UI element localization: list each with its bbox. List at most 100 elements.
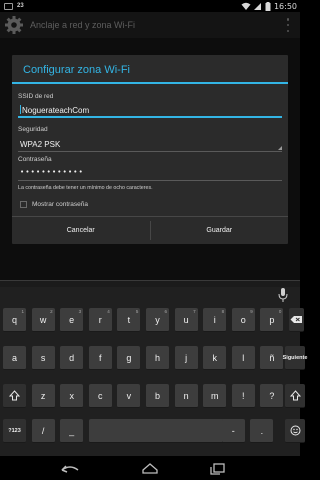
ssid-label: SSID de red [18, 93, 54, 100]
shift-icon [289, 390, 301, 401]
key-dash-label: - [231, 425, 235, 436]
action-bar-title: Anclaje a red y zona Wi-Fi [30, 20, 136, 30]
key-r[interactable]: r4 [88, 308, 112, 332]
password-value: •••••••••••• [20, 168, 84, 176]
key-t[interactable]: t5 [117, 308, 141, 332]
ssid-value: NoguerateachCom [22, 106, 90, 115]
key-u[interactable]: u7 [174, 308, 198, 332]
key-w-label: w [39, 314, 47, 325]
microphone-icon[interactable] [278, 288, 288, 302]
key-underscore[interactable]: _ [60, 419, 84, 443]
key-z[interactable]: z [31, 384, 55, 408]
key-c[interactable]: c [88, 384, 112, 408]
backspace-icon [290, 316, 302, 323]
key-p-label: p [269, 314, 275, 325]
key-f-label: f [99, 352, 102, 363]
password-field[interactable]: •••••••••••• [18, 167, 282, 183]
ssid-field[interactable]: NoguerateachCom [18, 102, 282, 118]
key-ñ-label: ñ [269, 352, 275, 363]
notification-image-icon [4, 2, 13, 10]
key-m[interactable]: m [203, 384, 227, 408]
key-p[interactable]: p0 [260, 308, 284, 332]
key-g-label: g [126, 352, 132, 363]
key-period[interactable]: . [250, 419, 274, 443]
security-spinner[interactable]: WPA2 PSK [18, 136, 282, 152]
back-icon[interactable] [60, 460, 80, 476]
key-t-digit: 5 [135, 309, 139, 314]
key-q[interactable]: q1 [3, 308, 26, 332]
key-dash[interactable]: - [221, 419, 245, 443]
clock: 16:50 [273, 1, 297, 11]
wifi-hotspot-icon [241, 2, 251, 10]
key-u-label: u [183, 314, 189, 325]
key-ñ[interactable]: ñ [260, 346, 284, 370]
space-key[interactable] [88, 419, 226, 443]
key-x[interactable]: x [60, 384, 84, 408]
key-x-label: x [69, 390, 74, 401]
key-w-digit: 2 [50, 309, 53, 314]
navigation-bar [0, 456, 300, 480]
key-s[interactable]: s [31, 346, 55, 370]
key-c-label: c [98, 390, 103, 401]
key-y-digit: 6 [164, 309, 167, 314]
key-d-label: d [69, 352, 75, 363]
status-bar: 23 16:50 [0, 0, 300, 12]
ssid-underline [18, 116, 282, 118]
key-q-label: q [11, 314, 17, 325]
key-underscore-label: _ [69, 425, 75, 436]
symbols-key[interactable]: ?123 [3, 419, 26, 443]
key-j[interactable]: j [174, 346, 198, 370]
shift-key-right[interactable] [285, 384, 305, 408]
key-i[interactable]: i8 [203, 308, 227, 332]
key-e[interactable]: e3 [60, 308, 84, 332]
key-o[interactable]: o9 [231, 308, 255, 332]
key-slash-label: / [41, 425, 45, 436]
battery-icon [265, 1, 271, 11]
key-o-digit: 9 [250, 309, 253, 314]
key-w[interactable]: w2 [31, 308, 55, 332]
key-t-label: t [127, 314, 131, 325]
key-period-label: . [260, 425, 264, 436]
backspace-key[interactable] [289, 308, 304, 332]
key-v[interactable]: v [117, 384, 141, 408]
key-y[interactable]: y6 [146, 308, 169, 332]
key-b[interactable]: b [146, 384, 169, 408]
key-d[interactable]: d [60, 346, 84, 370]
key-n-label: n [183, 390, 189, 401]
shift-key-left[interactable] [3, 384, 26, 408]
key-exclamation-label: ! [242, 390, 245, 401]
key-r-digit: 4 [107, 309, 110, 314]
key-exclamation[interactable]: ! [231, 384, 255, 408]
key-g[interactable]: g [117, 346, 141, 370]
dialog-button-bar: Cancelar Guardar [12, 216, 288, 244]
security-value: WPA2 PSK [20, 140, 61, 149]
key-n[interactable]: n [174, 384, 198, 408]
overflow-menu-icon[interactable] [286, 18, 290, 32]
show-password-checkbox[interactable] [20, 201, 27, 208]
settings-gear-icon[interactable] [3, 14, 25, 36]
show-password-row[interactable]: Mostrar contraseña [20, 201, 88, 208]
key-b-label: b [154, 390, 160, 401]
emoji-icon [290, 425, 300, 436]
key-y-label: y [155, 314, 160, 325]
home-icon[interactable] [140, 460, 160, 476]
key-a[interactable]: a [3, 346, 26, 370]
key-e-digit: 3 [78, 309, 82, 314]
key-f[interactable]: f [88, 346, 112, 370]
key-h[interactable]: h [146, 346, 169, 370]
signal-icon [253, 2, 261, 10]
soft-keyboard: q 1 w 2 e 3 r 4 t 5 y 6 u 7 i 8 o 9 p 0 a s d f g h j k l ñ Siguiente z… [0, 280, 307, 456]
shift-icon [9, 390, 20, 401]
save-button[interactable]: Guardar [151, 217, 289, 244]
key-slash[interactable]: / [31, 419, 55, 443]
spinner-arrow-icon [278, 146, 282, 150]
recent-apps-icon[interactable] [208, 460, 228, 476]
key-l-label: l [242, 352, 245, 363]
cancel-button[interactable]: Cancelar [12, 217, 150, 244]
key-k[interactable]: k [203, 346, 227, 370]
next-key[interactable]: Siguiente [283, 346, 307, 370]
emoji-key[interactable] [285, 419, 305, 443]
keyboard-top-strip [0, 281, 300, 287]
key-l[interactable]: l [231, 346, 255, 370]
key-question[interactable]: ? [260, 384, 284, 408]
